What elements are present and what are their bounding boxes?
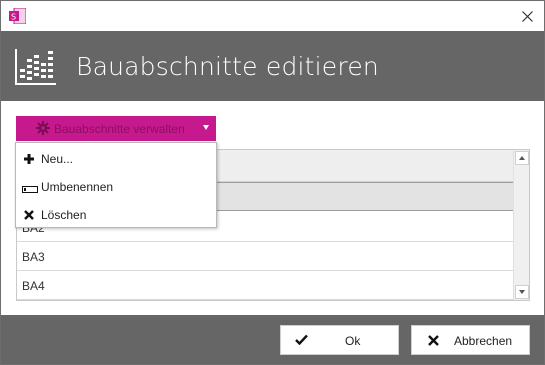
menu-item-new[interactable]: Neu... xyxy=(17,144,215,171)
close-button[interactable] xyxy=(514,4,540,28)
scroll-up-button[interactable] xyxy=(515,151,529,165)
menu-item-label: Neu... xyxy=(41,152,74,166)
cancel-button[interactable]: Abbrechen xyxy=(411,325,530,355)
rename-icon xyxy=(22,182,38,196)
row-label: BA3 xyxy=(22,250,45,264)
x-icon xyxy=(428,335,439,349)
dialog-footer: Ok Abbrechen xyxy=(1,315,544,364)
x-icon xyxy=(24,209,34,223)
svg-text:S: S xyxy=(11,13,16,22)
dialog-header: Bauabschnitte editieren xyxy=(1,31,544,101)
scroll-down-button[interactable] xyxy=(515,285,529,299)
manage-sections-menu: Neu... Umbenennen Löschen xyxy=(15,142,217,228)
manage-sections-button[interactable]: Bauabschnitte verwalten xyxy=(16,116,216,141)
manage-sections-label: Bauabschnitte verwalten xyxy=(54,122,185,136)
arrow-down-icon xyxy=(519,290,525,294)
close-icon xyxy=(521,10,533,22)
menu-item-delete[interactable]: Löschen xyxy=(17,200,215,227)
checkmark-icon xyxy=(295,334,308,348)
vertical-scrollbar[interactable] xyxy=(513,150,529,300)
app-icon: S xyxy=(9,7,27,25)
list-item[interactable]: BA4 xyxy=(17,271,515,300)
cancel-label: Abbrechen xyxy=(454,334,513,348)
dialog-title: Bauabschnitte editieren xyxy=(76,52,379,81)
dialog-window: S Bauabschnitte editieren Bauabschnitte … xyxy=(0,0,545,365)
menu-item-rename[interactable]: Umbenennen xyxy=(17,172,215,199)
list-item[interactable]: BA3 xyxy=(17,242,515,271)
arrow-up-icon xyxy=(519,156,525,160)
row-label: BA4 xyxy=(22,279,45,293)
title-bar: S xyxy=(1,1,544,31)
ok-button[interactable]: Ok xyxy=(280,325,399,355)
ok-label: Ok xyxy=(345,334,361,348)
menu-item-label: Löschen xyxy=(41,208,87,222)
gear-icon xyxy=(36,121,50,135)
menu-item-label: Umbenennen xyxy=(41,180,114,194)
plus-icon xyxy=(24,153,34,167)
bar-chart-icon xyxy=(15,47,57,85)
chevron-down-icon xyxy=(203,125,209,130)
